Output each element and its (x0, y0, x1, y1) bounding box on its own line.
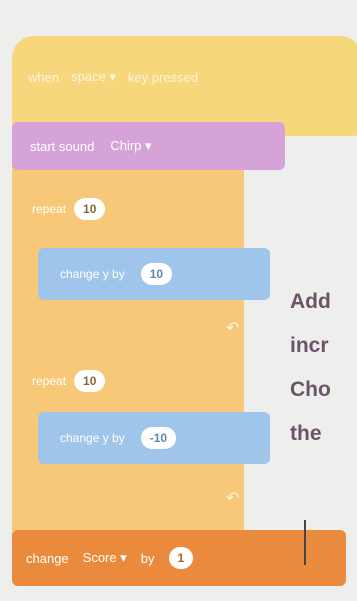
change-variable-block[interactable]: change Score by 1 (12, 530, 346, 586)
change-y-input[interactable]: -10 (140, 427, 177, 449)
change-y-label: change y by (60, 431, 125, 445)
change-y-label: change y by (60, 267, 125, 281)
annotation-line-1: Add (290, 290, 331, 313)
start-sound-block[interactable]: start sound Chirp (12, 122, 285, 170)
repeat-label: repeat (32, 202, 67, 216)
sound-dropdown[interactable]: Chirp (110, 138, 151, 154)
change-amount-input[interactable]: 1 (168, 547, 194, 569)
variable-dropdown[interactable]: Score (83, 550, 127, 566)
change-y-input[interactable]: 10 (140, 263, 173, 285)
by-label: by (140, 550, 155, 566)
annotation-leader-line (304, 520, 306, 565)
change-y-block-1[interactable]: change y by 10 (38, 248, 270, 300)
annotation-line-2: incr (290, 334, 329, 357)
change-y-block-2[interactable]: change y by -10 (38, 412, 270, 464)
repeat-count-input[interactable]: 10 (74, 198, 106, 220)
repeat-block-2[interactable]: repeat 10 (32, 370, 106, 392)
loop-arrow-icon: ↶ (226, 320, 240, 337)
loop-arrow-icon: ↶ (226, 490, 240, 507)
event-suffix-label: key pressed (127, 69, 199, 85)
annotation-line-4: the (290, 422, 322, 445)
event-hat-row: when space key pressed (28, 62, 198, 92)
repeat-block-1[interactable]: repeat 10 (32, 198, 106, 220)
repeat-count-input[interactable]: 10 (74, 370, 106, 392)
event-key-dropdown[interactable]: space (71, 69, 116, 85)
event-when-label: when (28, 69, 60, 85)
repeat-label: repeat (32, 374, 67, 388)
sound-label: start sound (30, 138, 95, 154)
change-label: change (26, 550, 69, 566)
annotation-line-3: Cho (290, 378, 331, 401)
